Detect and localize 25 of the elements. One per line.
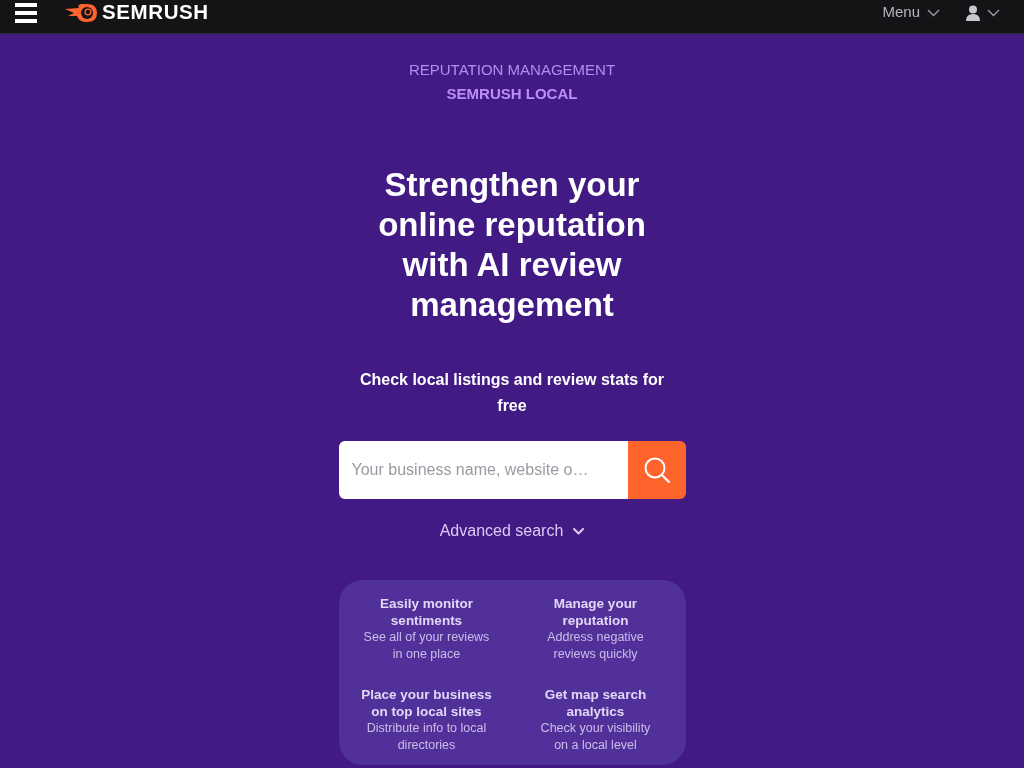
advanced-search-button[interactable]: Advanced search	[439, 519, 585, 543]
hero-heading: Strengthen your online reputation with AI review management	[377, 165, 647, 325]
account-button[interactable]	[966, 4, 1000, 21]
feature-title: Get map search analytics	[543, 686, 648, 721]
feature-title: Manage your reputation	[552, 596, 639, 630]
feature-description: Distribute info to local directories	[365, 720, 488, 754]
menu-button[interactable]: Menu	[882, 1, 940, 24]
feature-title: Easily monitor sentiments	[379, 596, 474, 630]
feature-description: See all of your reviews in one place	[362, 629, 491, 663]
menu-icon[interactable]	[15, 2, 37, 23]
semrush-logo-link[interactable]: SEMRUSH	[65, 0, 209, 28]
section-label: REPUTATION MANAGEMENT	[407, 60, 617, 80]
caret-icon	[987, 8, 1000, 17]
search-icon	[643, 457, 670, 483]
user-icon	[966, 4, 980, 21]
search-button[interactable]	[627, 441, 686, 499]
fireball-logo-icon	[65, 3, 97, 22]
product-name: SEMRUSH LOCAL	[445, 84, 579, 104]
caret-icon	[927, 8, 940, 17]
feature-description: Check your visibility on a local level	[539, 720, 652, 754]
chevron-icon	[573, 527, 585, 535]
hero-subtitle: Check local listings and review stats for free	[358, 370, 666, 416]
search-field[interactable]: Your business name, website o…	[338, 441, 629, 499]
feature-description: Address negative reviews quickly	[546, 629, 645, 663]
feature-title: Place your business on top local sites	[360, 686, 493, 721]
